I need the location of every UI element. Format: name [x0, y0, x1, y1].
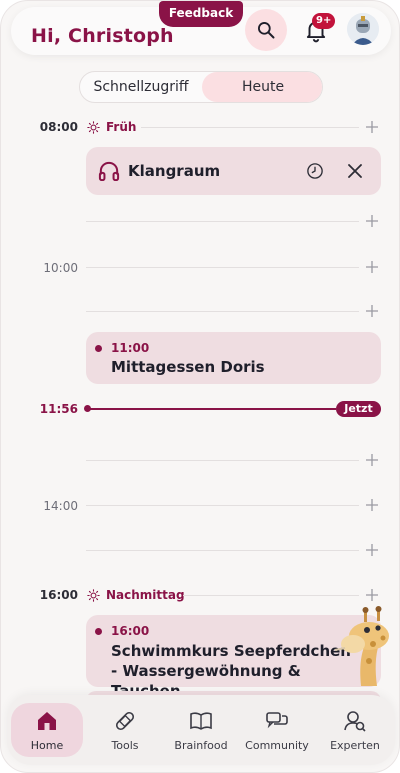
nav-tools[interactable]: Tools — [89, 703, 161, 757]
time-label: 16:00 — [39, 588, 78, 602]
close-icon[interactable] — [348, 164, 362, 178]
nav-experten[interactable]: Experten — [319, 703, 391, 757]
nav-label: Tools — [111, 739, 139, 752]
hour-rule — [86, 221, 359, 222]
nav-community[interactable]: Community — [241, 703, 313, 757]
headphones-icon — [98, 161, 120, 181]
event-dot — [95, 345, 102, 352]
current-time: 11:56 — [39, 402, 78, 416]
nav-label: Experten — [330, 739, 380, 752]
nav-label: Brainfood — [174, 739, 228, 752]
greeting: Hi, Christoph — [31, 25, 174, 47]
search-button[interactable] — [245, 9, 287, 51]
hour-rule — [86, 505, 359, 506]
avatar[interactable] — [347, 13, 379, 45]
event-card-mittagessen[interactable]: 11:00 Mittagessen Doris — [86, 332, 381, 384]
add-icon[interactable] — [366, 454, 378, 466]
event-card-klangraum[interactable]: Klangraum — [86, 147, 381, 195]
add-icon[interactable] — [366, 121, 378, 133]
hour-rule — [86, 267, 359, 268]
add-icon[interactable] — [366, 215, 378, 227]
knight-avatar-icon — [347, 13, 379, 45]
hour-rule — [86, 550, 359, 551]
event-title: Klangraum — [128, 162, 221, 180]
bandage-icon — [115, 711, 135, 731]
tab-schnellzugriff[interactable]: Schnellzugriff — [80, 72, 202, 102]
now-line — [86, 408, 336, 410]
sun-icon — [87, 120, 100, 134]
expert-icon — [344, 711, 366, 732]
nav-home[interactable]: Home — [11, 703, 83, 757]
add-icon[interactable] — [366, 544, 378, 556]
book-icon — [190, 712, 212, 730]
nav-brainfood[interactable]: Brainfood — [165, 703, 237, 757]
search-icon — [258, 22, 275, 39]
nav-label: Community — [245, 739, 309, 752]
event-time: 11:00 — [111, 341, 150, 355]
event-title: Mittagessen Doris — [111, 358, 265, 376]
nav-label: Home — [30, 739, 64, 752]
time-label: 14:00 — [43, 499, 78, 513]
app-screen: Hi, Christoph Feedback 9+ Schnellzugriff… — [0, 0, 400, 773]
notification-badge: 9+ — [312, 13, 336, 29]
giraffe-mascot — [334, 606, 389, 686]
feedback-button[interactable]: Feedback — [159, 1, 243, 27]
add-icon[interactable] — [366, 305, 378, 317]
add-icon[interactable] — [366, 499, 378, 511]
tab-heute[interactable]: Heute — [202, 72, 322, 102]
bottom-navigation: Home Tools Brainfood Community Experten — [7, 695, 395, 765]
hour-rule — [86, 460, 359, 461]
hour-rule — [141, 127, 359, 128]
time-label: 10:00 — [43, 261, 78, 275]
sun-icon — [87, 588, 100, 602]
clock-icon[interactable] — [306, 162, 324, 180]
time-label: 08:00 — [39, 120, 78, 134]
section-nachmittag: Nachmittag — [87, 588, 185, 602]
now-badge: Jetzt — [336, 401, 381, 417]
now-dot — [84, 405, 91, 412]
event-time: 16:00 — [111, 624, 150, 638]
view-switcher: Schnellzugriff Heute — [79, 71, 323, 103]
hour-rule — [86, 311, 359, 312]
add-icon[interactable] — [366, 261, 378, 273]
hour-rule — [183, 595, 359, 596]
home-icon — [38, 712, 56, 730]
add-icon[interactable] — [366, 589, 378, 601]
section-nachmittag-label: Nachmittag — [106, 588, 185, 602]
event-dot — [95, 628, 102, 635]
section-frueh-label: Früh — [106, 120, 137, 134]
chat-icon — [266, 712, 288, 729]
section-frueh: Früh — [87, 120, 136, 134]
